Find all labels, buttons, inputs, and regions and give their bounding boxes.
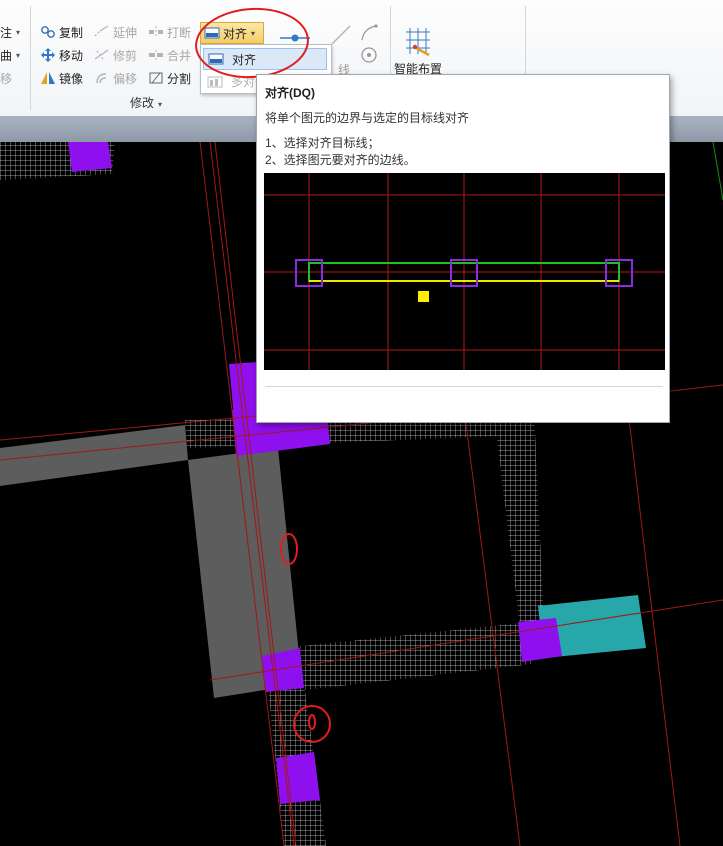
copy-button[interactable]: 复制 xyxy=(40,22,83,42)
split-label: 分割 xyxy=(167,71,192,86)
mirror-label: 镜像 xyxy=(59,71,84,86)
ribbon-partial-item-1[interactable]: 注 ▾ xyxy=(0,22,20,42)
align-tooltip: 对齐(DQ) 将单个图元的边界与选定的目标线对齐 1、选择对齐目标线； 2、选择… xyxy=(256,74,670,423)
copy-label: 复制 xyxy=(59,25,84,40)
column xyxy=(68,142,112,172)
move-label: 移动 xyxy=(59,48,84,63)
break-button[interactable]: 打断 xyxy=(148,22,191,42)
move-icon xyxy=(40,47,56,63)
tooltip-description: 将单个图元的边界与选定的目标线对齐 xyxy=(265,111,470,125)
ribbon-partial-label-2: 曲 xyxy=(0,48,13,63)
ribbon-partial-label-3: 移 xyxy=(0,71,13,86)
tooltip-title: 对齐(DQ) xyxy=(265,86,315,100)
smart-layout-button[interactable]: 智能布置 xyxy=(394,26,446,76)
ribbon-group-label-modify[interactable]: 修改 ▾ xyxy=(130,94,162,111)
cursor-marker-icon xyxy=(418,291,429,302)
break-label: 打断 xyxy=(167,25,192,40)
copy-icon xyxy=(40,24,56,40)
trim-label: 修剪 xyxy=(113,48,138,63)
trim-button[interactable]: 修剪 xyxy=(94,45,137,65)
break-icon xyxy=(148,24,164,40)
circle-tool-icon[interactable] xyxy=(360,46,378,64)
offset-icon xyxy=(94,70,110,86)
tooltip-step-1: 1、选择对齐目标线； xyxy=(265,136,380,150)
extend-button[interactable]: 延伸 xyxy=(94,22,137,42)
arc-curve-icon[interactable] xyxy=(360,24,378,42)
ribbon-partial-item-3[interactable]: 移 xyxy=(0,68,12,88)
ribbon-partial-item-2[interactable]: 曲 ▾ xyxy=(0,45,20,65)
slant-line-icon[interactable] xyxy=(330,24,352,46)
smart-layout-icon xyxy=(402,26,434,58)
extend-label: 延伸 xyxy=(113,25,138,40)
trim-icon xyxy=(94,47,110,63)
offset-label: 偏移 xyxy=(113,71,138,86)
merge-button[interactable]: 合并 xyxy=(148,45,191,65)
group-modify-label: 修改 xyxy=(130,96,155,110)
tooltip-step-2: 2、选择图元要对齐的边线。 xyxy=(265,153,416,167)
tooltip-preview-image xyxy=(264,173,665,370)
merge-icon xyxy=(148,47,164,63)
extend-icon xyxy=(94,24,110,40)
tooltip-divider xyxy=(265,386,663,387)
split-icon xyxy=(148,70,164,86)
ribbon-partial-label-1: 注 xyxy=(0,25,13,40)
column xyxy=(518,618,562,662)
merge-label: 合并 xyxy=(167,48,192,63)
align-demo-diagram xyxy=(264,173,665,370)
multi-align-icon xyxy=(207,74,223,90)
mirror-button[interactable]: 镜像 xyxy=(40,68,83,88)
split-button[interactable]: 分割 xyxy=(148,68,191,88)
ribbon-separator xyxy=(30,6,31,110)
mirror-icon xyxy=(40,70,56,86)
chevron-down-icon: ▾ xyxy=(158,100,163,109)
chevron-down-icon: ▾ xyxy=(16,27,21,37)
offset-button[interactable]: 偏移 xyxy=(94,68,137,88)
column xyxy=(276,752,320,804)
chevron-down-icon: ▾ xyxy=(16,50,21,60)
move-button[interactable]: 移动 xyxy=(40,45,83,65)
